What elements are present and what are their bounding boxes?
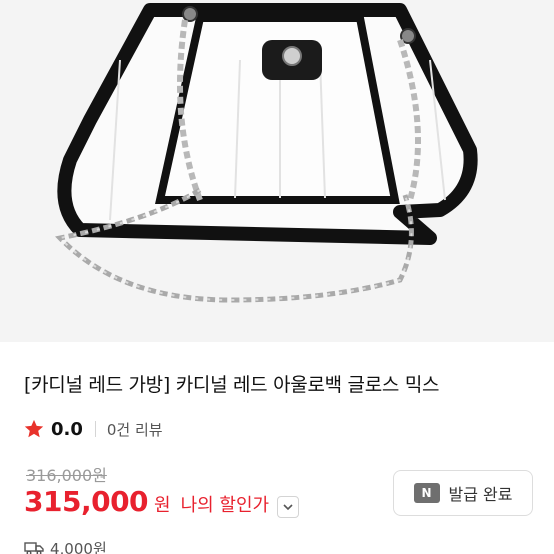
product-title: [카디널 레드 가방] 카디널 레드 아울로백 글로스 믹스: [24, 374, 440, 396]
discount-label: 나의 할인가: [180, 495, 270, 516]
sale-price-row: 315,000 원 나의 할인가: [24, 485, 300, 525]
divider: [94, 421, 96, 437]
coupon-icon: N: [413, 483, 440, 503]
rating-row: 0.0 0건 리뷰: [23, 417, 163, 441]
coupon-issued-button[interactable]: N 발급 완료: [393, 470, 533, 516]
coupon-button-label: 발급 완료: [448, 485, 513, 504]
shipping-fee: 4,000원: [50, 539, 107, 554]
truck-icon: [24, 540, 44, 554]
currency-unit: 원: [154, 495, 171, 516]
rating-value: 0.0: [51, 418, 83, 440]
review-count-link[interactable]: 0건 리뷰: [107, 419, 163, 440]
original-price: 316,000원: [26, 466, 107, 485]
chevron-down-icon: [283, 504, 293, 511]
handbag-photo: [0, 0, 554, 342]
discount-dropdown-button[interactable]: [277, 496, 300, 518]
star-icon: [23, 418, 45, 440]
shipping-row: 4,000원: [24, 537, 107, 554]
product-image[interactable]: [0, 0, 554, 342]
sale-price: 315,000: [24, 485, 149, 518]
